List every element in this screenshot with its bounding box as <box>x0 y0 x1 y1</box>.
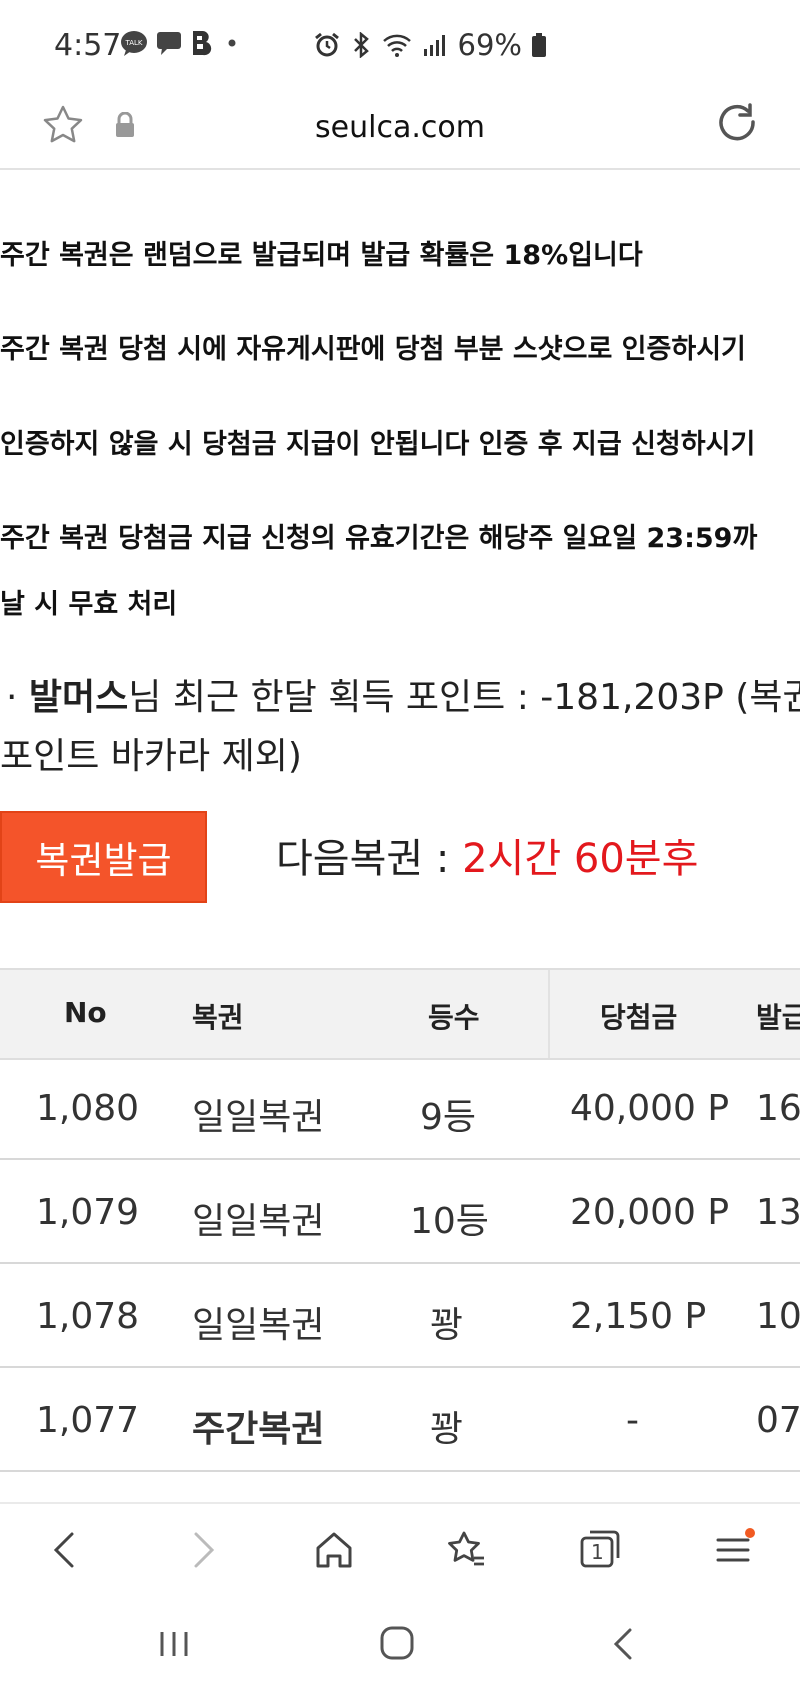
bullet: · <box>6 677 18 718</box>
cell-type: 주간복권 <box>192 1409 325 1450</box>
bookmarks-icon[interactable] <box>444 1528 488 1572</box>
cell-issue: 163 <box>756 1088 800 1129</box>
tabs-button[interactable]: 1 <box>578 1528 622 1572</box>
table-header: No 복권 등수 당첨금 발급 <box>0 968 800 1060</box>
b-app-icon <box>193 31 212 56</box>
next-lottery-time: 2시간 60분후 <box>462 836 699 882</box>
signal-icon <box>423 35 445 56</box>
header-lottery: 복권 <box>192 1001 244 1034</box>
cell-no: 1,078 <box>36 1296 140 1337</box>
username: 발머스 <box>28 677 129 718</box>
table-row[interactable]: 1,077 주간복권 꽝 - 073 <box>0 1368 800 1472</box>
cell-rank: 10등 <box>410 1201 489 1242</box>
back-icon[interactable] <box>44 1528 88 1572</box>
status-time: 4:57 <box>54 28 122 63</box>
points-summary-line2: 포인트 바카라 제외) <box>0 736 302 777</box>
cell-type: 일일복권 <box>192 1201 325 1242</box>
dot-icon <box>228 39 236 47</box>
battery-icon <box>532 33 546 57</box>
table-row[interactable]: 1,078 일일복권 꽝 2,150 P 103 <box>0 1264 800 1368</box>
cell-issue: 103 <box>756 1296 800 1337</box>
cell-no: 1,077 <box>36 1400 140 1441</box>
header-rank: 등수 <box>428 1001 480 1034</box>
tab-count: 1 <box>591 1540 604 1564</box>
points-summary: · 발머스님 최근 한달 획득 포인트 : -181,203P (복권 <box>6 668 800 720</box>
battery-percent: 69% <box>457 28 522 62</box>
url-text[interactable]: seulca.com <box>0 110 800 145</box>
cell-type: 일일복권 <box>192 1305 325 1346</box>
cell-no: 1,079 <box>36 1192 140 1233</box>
cell-no: 1,080 <box>36 1088 140 1129</box>
next-lottery-label: 다음복권 : <box>276 836 463 882</box>
kakaotalk-icon: TALK <box>121 31 147 56</box>
cell-issue: 133 <box>756 1192 800 1233</box>
cell-rank: 꽝 <box>430 1409 464 1450</box>
system-back-icon[interactable] <box>606 1626 642 1662</box>
message-icon <box>157 32 181 55</box>
table-row[interactable]: 1,080 일일복권 9등 40,000 P 163 <box>0 1056 800 1160</box>
header-prize: 당첨금 <box>600 1001 678 1034</box>
status-bar: 4:57 TALK 69% <box>0 0 800 92</box>
system-status: 69% <box>314 28 546 62</box>
cell-prize: 2,150 P <box>570 1296 707 1337</box>
notice-line-5: 날 시 무효 처리 <box>0 589 178 620</box>
cell-prize: 20,000 P <box>570 1192 730 1233</box>
wifi-icon <box>382 34 411 57</box>
cell-prize: - <box>626 1400 639 1441</box>
browser-bottom-bar <box>0 1502 800 1600</box>
header-no: No <box>64 996 107 1029</box>
next-lottery: 다음복권 : 2시간 60분후 <box>276 826 698 884</box>
recent-apps-icon[interactable] <box>156 1626 192 1662</box>
points-text: 님 최근 한달 획득 포인트 : -181,203P (복권 <box>128 677 800 718</box>
reload-icon[interactable] <box>716 102 760 146</box>
home-button-icon[interactable] <box>378 1624 416 1662</box>
notice-line-2: 주간 복권 당첨 시에 자유게시판에 당첨 부분 스샷으로 인증하시기 <box>0 334 746 365</box>
cell-rank: 9등 <box>420 1097 477 1138</box>
cell-rank: 꽝 <box>430 1305 464 1346</box>
bluetooth-icon <box>353 32 369 58</box>
header-issue: 발급 <box>756 1001 800 1034</box>
cell-issue: 073 <box>756 1400 800 1441</box>
cell-type: 일일복권 <box>192 1097 325 1138</box>
svg-text:TALK: TALK <box>124 39 142 47</box>
forward-icon[interactable] <box>180 1528 224 1572</box>
notice-line-1: 주간 복권은 랜덤으로 발급되며 발급 확률은 18%입니다 <box>0 240 643 271</box>
table-row[interactable]: 1,079 일일복권 10등 20,000 P 133 <box>0 1160 800 1264</box>
notice-line-4: 주간 복권 당첨금 지급 신청의 유효기간은 해당주 일요일 23:59까 <box>0 523 758 554</box>
cell-prize: 40,000 P <box>570 1088 730 1129</box>
menu-icon[interactable] <box>712 1528 756 1572</box>
alarm-icon <box>314 32 339 57</box>
issue-lottery-button[interactable]: 복권발급 <box>0 811 207 903</box>
notification-icons: TALK <box>120 30 238 56</box>
header-divider <box>548 970 550 1058</box>
home-icon[interactable] <box>312 1528 356 1572</box>
notice-line-3: 인증하지 않을 시 당첨금 지급이 안됩니다 인증 후 지급 신청하시기 <box>0 429 756 460</box>
